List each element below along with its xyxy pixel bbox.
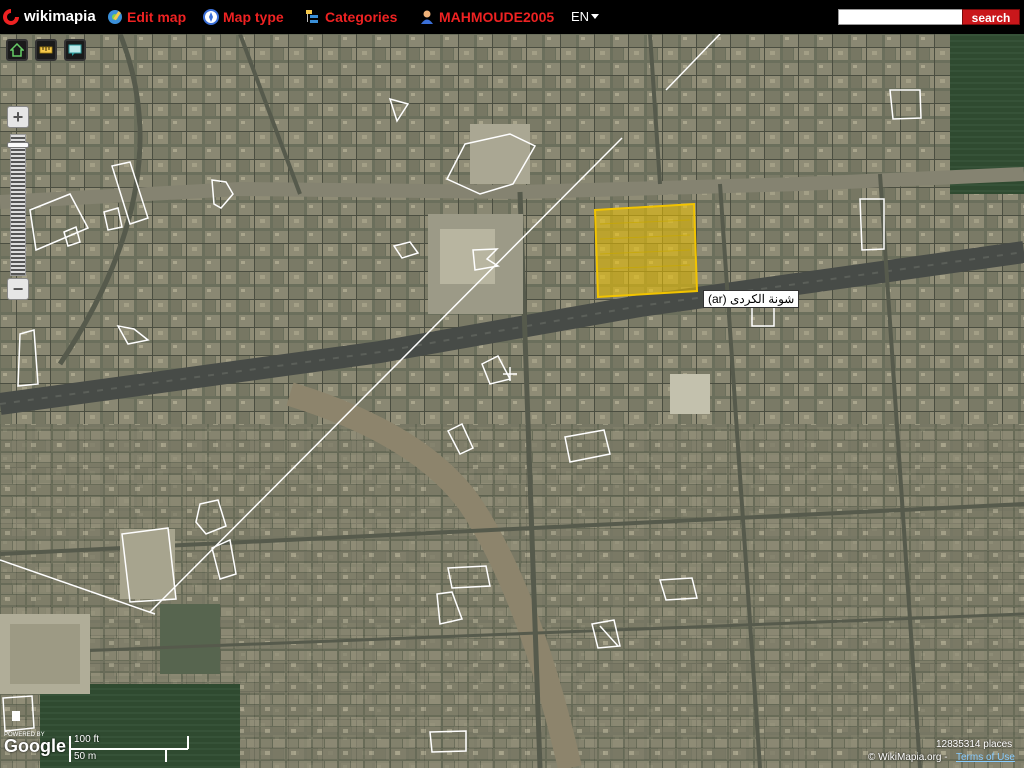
ruler-tool-icon bbox=[39, 46, 53, 54]
zoom-out-button[interactable]: − bbox=[7, 278, 29, 300]
crosshair-cursor-icon bbox=[503, 367, 517, 381]
zoom-slider-handle[interactable] bbox=[7, 142, 29, 148]
home-tool-icon bbox=[10, 43, 24, 57]
language-label: EN bbox=[571, 9, 590, 24]
map-type-menu[interactable]: Map type bbox=[203, 0, 284, 34]
search-input[interactable] bbox=[838, 9, 964, 25]
place-tooltip: شونة الكردى (ar) bbox=[703, 290, 800, 308]
logo-text: wikimapia bbox=[24, 8, 96, 25]
map-type-icon bbox=[203, 9, 219, 25]
categories-icon bbox=[306, 10, 318, 23]
comment-tool-button[interactable] bbox=[64, 39, 86, 61]
scale-bottom-label: 50 m bbox=[74, 751, 97, 762]
zoom-control: + − bbox=[7, 106, 29, 304]
language-selector[interactable]: EN bbox=[571, 0, 600, 34]
dropdown-caret-icon bbox=[591, 14, 600, 19]
scale-top-label: 100 ft bbox=[74, 734, 100, 745]
user-icon bbox=[421, 10, 433, 24]
google-logo[interactable]: Google bbox=[4, 736, 66, 757]
top-toolbar: wikimapia Edit map Map type Categories M… bbox=[0, 0, 1024, 34]
satellite-imagery[interactable] bbox=[0, 34, 1024, 768]
edit-map-icon bbox=[108, 10, 122, 24]
user-menu[interactable]: MAHMOUDE2005 bbox=[419, 0, 554, 34]
copyright-text: © WikiMapia.org - bbox=[868, 752, 948, 763]
zoom-in-button[interactable]: + bbox=[7, 106, 29, 128]
wikimapia-logo-icon bbox=[3, 8, 20, 25]
categories-label: Categories bbox=[325, 9, 398, 25]
places-count: 12835314 places bbox=[936, 739, 1013, 750]
scale-bar: 100 ft 50 m bbox=[68, 734, 192, 764]
zoom-slider-track[interactable] bbox=[10, 134, 26, 276]
wikimapia-logo[interactable]: wikimapia bbox=[2, 0, 96, 34]
comment-tool-icon bbox=[68, 44, 82, 56]
edit-map-label: Edit map bbox=[127, 9, 187, 25]
map-type-label: Map type bbox=[223, 9, 284, 25]
home-tool-button[interactable] bbox=[6, 39, 28, 61]
search-button[interactable]: search bbox=[962, 9, 1020, 25]
user-label: MAHMOUDE2005 bbox=[439, 9, 555, 25]
map-viewport[interactable]: + − شونة الكردى (ar) POWERED BY Google 1… bbox=[0, 34, 1024, 768]
categories-menu[interactable]: Categories bbox=[305, 0, 397, 34]
terms-of-use-link[interactable]: Terms of Use bbox=[956, 752, 1015, 763]
ruler-tool-button[interactable] bbox=[35, 39, 57, 61]
edit-map-menu[interactable]: Edit map bbox=[107, 0, 186, 34]
